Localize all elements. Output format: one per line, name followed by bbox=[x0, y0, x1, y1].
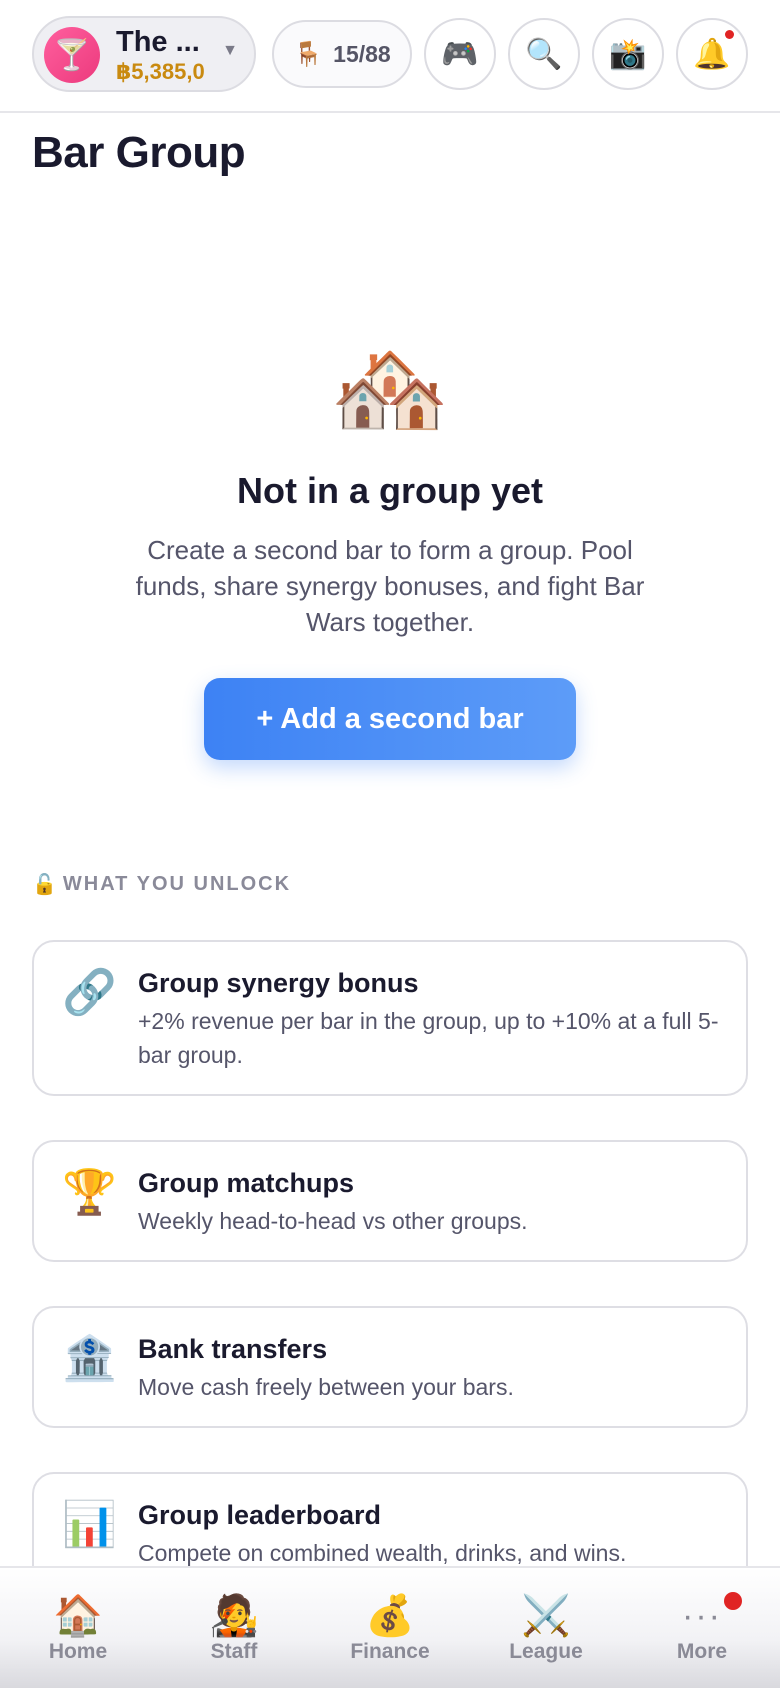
card-description: Weekly head-to-head vs other groups. bbox=[138, 1208, 528, 1234]
notification-dot bbox=[725, 30, 734, 39]
crossed-swords-icon: ⚔️ bbox=[521, 1594, 571, 1638]
staff-icon: 🧑‍🎤 bbox=[209, 1594, 259, 1638]
search-icon: 🔍 bbox=[525, 37, 563, 71]
bell-icon: 🔔 bbox=[693, 37, 731, 71]
bank-icon: 🏦 bbox=[62, 1334, 117, 1383]
chair-icon: 🪑 bbox=[293, 40, 324, 68]
card-description: Compete on combined wealth, drinks, and … bbox=[138, 1540, 627, 1566]
cocktail-icon: 🍸 bbox=[44, 27, 100, 83]
add-second-bar-button[interactable]: + Add a second bar bbox=[204, 678, 576, 760]
top-bar: 🍸 The ... ฿5,385,0 ▼ 🪑 15/88 🎮 🔍 📸 🔔 bbox=[0, 0, 780, 113]
unlock-card-matchups: 🏆 Group matchups Weekly head-to-head vs … bbox=[32, 1140, 748, 1262]
money-bag-icon: 💰 bbox=[365, 1594, 415, 1638]
notifications-button[interactable]: 🔔 bbox=[676, 18, 748, 90]
unlock-card-bank-transfers: 🏦 Bank transfers Move cash freely betwee… bbox=[32, 1306, 748, 1428]
games-button[interactable]: 🎮 bbox=[424, 18, 496, 90]
nav-item-staff[interactable]: 🧑‍🎤 Staff bbox=[156, 1568, 312, 1688]
bar-chart-icon: 📊 bbox=[62, 1500, 117, 1549]
camera-button[interactable]: 📸 bbox=[592, 18, 664, 90]
bar-name: The ... bbox=[116, 26, 200, 58]
empty-state-title: Not in a group yet bbox=[237, 470, 543, 511]
more-dots-icon: ··· bbox=[682, 1597, 722, 1635]
card-title: Group leaderboard bbox=[138, 1500, 382, 1530]
section-label: 🔓 WHAT YOU UNLOCK bbox=[32, 872, 291, 897]
card-title: Group synergy bonus bbox=[138, 968, 419, 998]
section-label-text: WHAT YOU UNLOCK bbox=[62, 873, 292, 895]
nav-label: More bbox=[676, 1640, 728, 1663]
nav-label: Home bbox=[48, 1640, 108, 1663]
houses-icon: 🏘️ bbox=[330, 336, 450, 443]
card-description: Move cash freely between your bars. bbox=[138, 1374, 514, 1400]
search-button[interactable]: 🔍 bbox=[508, 18, 580, 90]
bottom-nav: 🏠 Home 🧑‍🎤 Staff 💰 Finance ⚔️ League ···… bbox=[0, 1566, 780, 1688]
gamepad-icon: 🎮 bbox=[441, 37, 479, 71]
nav-item-league[interactable]: ⚔️ League bbox=[468, 1568, 624, 1688]
chevron-down-icon: ▼ bbox=[222, 42, 238, 59]
nav-item-more[interactable]: ··· More bbox=[624, 1568, 780, 1688]
nav-label: League bbox=[509, 1640, 583, 1663]
trophy-icon: 🏆 bbox=[62, 1168, 117, 1217]
nav-item-finance[interactable]: 💰 Finance bbox=[312, 1568, 468, 1688]
page-title: Bar Group bbox=[32, 128, 246, 177]
card-description: +2% revenue per bar in the group, up to … bbox=[138, 1008, 719, 1068]
card-title: Bank transfers bbox=[138, 1334, 328, 1364]
unlock-icon: 🔓 bbox=[32, 874, 57, 896]
bar-switcher[interactable]: 🍸 The ... ฿5,385,0 ▼ bbox=[32, 16, 256, 92]
nav-item-home[interactable]: 🏠 Home bbox=[0, 1568, 156, 1688]
card-title: Group matchups bbox=[138, 1168, 355, 1198]
seats-counter[interactable]: 🪑 15/88 bbox=[272, 20, 412, 88]
link-icon: 🔗 bbox=[62, 968, 117, 1017]
notification-dot bbox=[724, 1592, 742, 1610]
bar-cash: ฿5,385,0 bbox=[116, 59, 205, 84]
empty-state-description: Create a second bar to form a group. Poo… bbox=[135, 535, 645, 637]
house-icon: 🏠 bbox=[53, 1594, 103, 1638]
nav-label: Staff bbox=[210, 1640, 258, 1663]
nav-label: Finance bbox=[350, 1640, 430, 1663]
camera-flash-icon: 📸 bbox=[609, 37, 647, 71]
seats-value: 15/88 bbox=[333, 40, 391, 67]
unlock-card-synergy: 🔗 Group synergy bonus +2% revenue per ba… bbox=[32, 940, 748, 1096]
